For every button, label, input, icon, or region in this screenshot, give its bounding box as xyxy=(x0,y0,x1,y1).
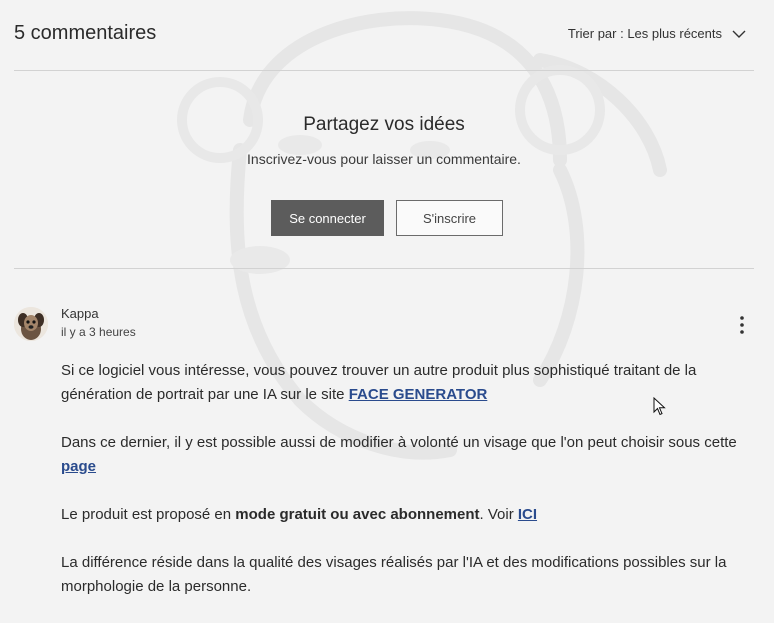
sort-dropdown[interactable]: Trier par : Les plus récents xyxy=(568,26,746,41)
comment-timestamp: il y a 3 heures xyxy=(61,325,136,339)
share-subtitle: Inscrivez-vous pour laisser un commentai… xyxy=(247,151,521,167)
more-vertical-icon[interactable] xyxy=(736,315,748,335)
page-link[interactable]: page xyxy=(61,458,96,475)
paragraph-text: Le produit est proposé en xyxy=(61,506,236,523)
dog-avatar-icon xyxy=(14,307,48,341)
comment-paragraph: La différence réside dans la qualité des… xyxy=(61,551,754,599)
share-ideas-panel: Partagez vos idées Inscrivez-vous pour l… xyxy=(14,71,754,269)
comment-body: Si ce logiciel vous intéresse, vous pouv… xyxy=(61,359,754,623)
login-button[interactable]: Se connecter xyxy=(271,200,384,236)
comment-paragraph: Dans ce dernier, il y est possible aussi… xyxy=(61,431,754,479)
mouse-pointer-icon xyxy=(653,397,666,416)
paragraph-text: . Voir xyxy=(479,506,518,523)
comment-author[interactable]: Kappa xyxy=(61,306,99,321)
paragraph-text: Dans ce dernier, il y est possible aussi… xyxy=(61,434,737,451)
sort-label: Trier par : Les plus récents xyxy=(567,26,722,41)
bold-text: mode gratuit ou avec abonnement xyxy=(235,506,480,523)
signup-button[interactable]: S'inscrire xyxy=(396,200,503,236)
paragraph-text: La différence réside dans la qualité des… xyxy=(61,554,727,595)
ici-link[interactable]: ICI xyxy=(518,506,537,523)
share-title: Partagez vos idées xyxy=(303,114,465,135)
comment-count: 5 commentaires xyxy=(14,22,157,44)
avatar[interactable] xyxy=(14,307,48,341)
comment-paragraph: Le produit est proposé en mode gratuit o… xyxy=(61,503,754,527)
chevron-down-icon xyxy=(732,30,746,38)
comment-paragraph: Si ce logiciel vous intéresse, vous pouv… xyxy=(61,359,754,407)
comments-header: 5 commentaires Trier par : Les plus réce… xyxy=(14,0,754,71)
face-generator-link[interactable]: FACE GENERATOR xyxy=(349,386,488,403)
